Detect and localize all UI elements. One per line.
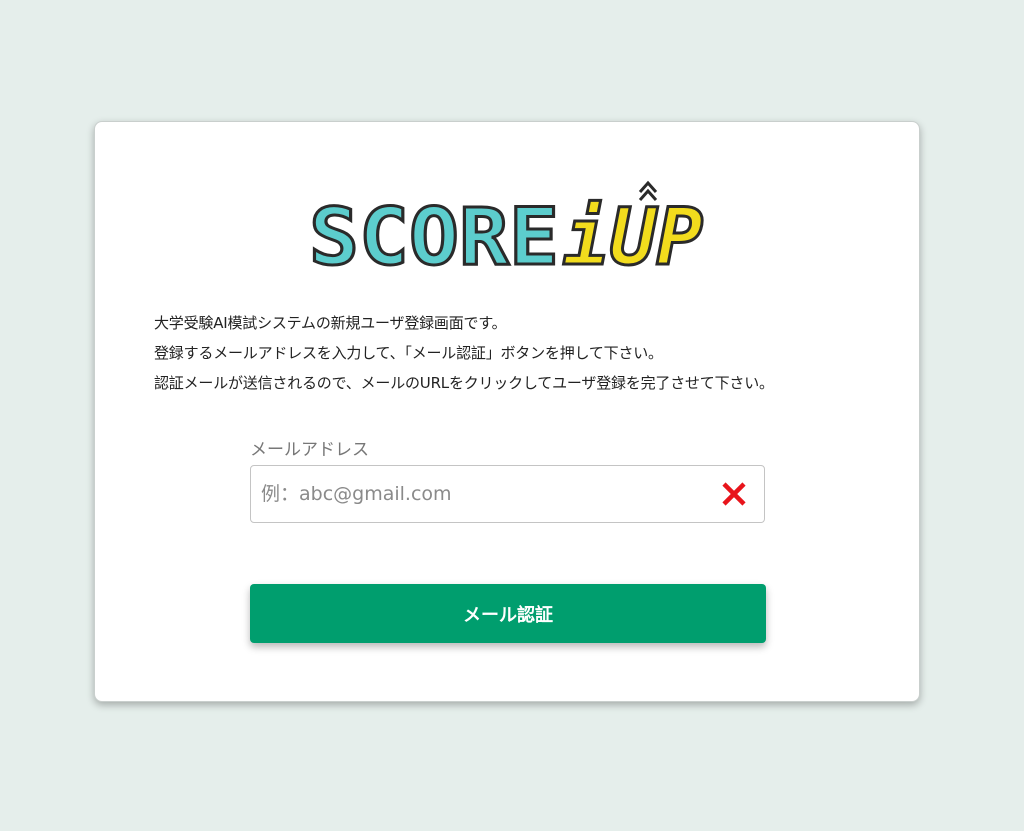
close-icon[interactable]: [720, 480, 748, 508]
email-field-container: [250, 465, 765, 523]
instructions-text: 大学受験AI模試システムの新規ユーザ登録画面です。 登録するメールアドレスを入力…: [154, 308, 874, 398]
svg-text:iUP: iUP: [563, 193, 703, 270]
email-field-label: メールアドレス: [250, 440, 369, 460]
svg-text:SCORE: SCORE: [309, 193, 559, 270]
email-input[interactable]: [251, 466, 711, 522]
email-verify-button[interactable]: メール認証: [250, 584, 766, 643]
score-up-logo: SCORE iUP: [309, 178, 709, 270]
instructions-line-2: 登録するメールアドレスを入力して、「メール認証」ボタンを押して下さい。: [154, 344, 663, 362]
instructions-line-1: 大学受験AI模試システムの新規ユーザ登録画面です。: [154, 314, 507, 332]
instructions-line-3: 認証メールが送信されるので、メールのURLをクリックしてユーザ登録を完了させて下…: [154, 374, 774, 392]
registration-card: SCORE iUP 大学受験AI模試システムの新規ユーザ登録画面です。 登録する…: [94, 121, 920, 702]
